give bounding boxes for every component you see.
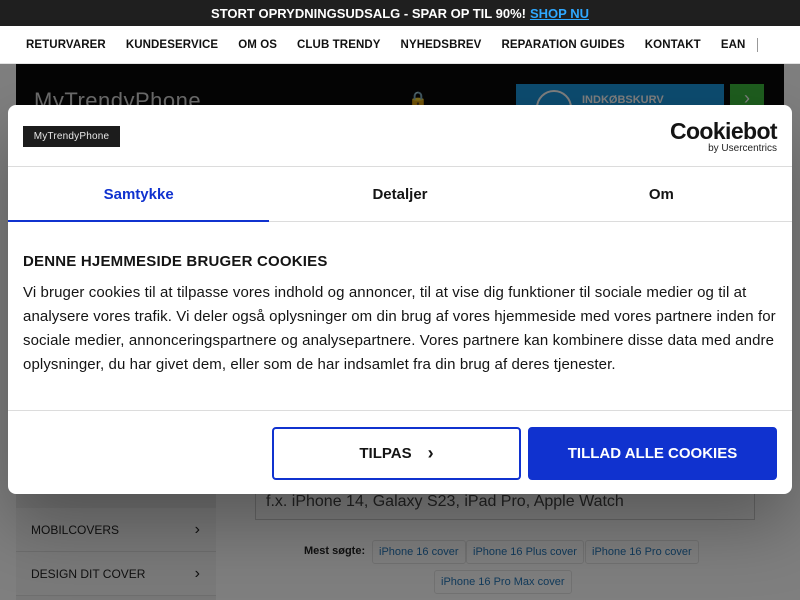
cookie-consent-dialog: MyTrendyPhone Cookiebot by Usercentrics … <box>8 105 792 494</box>
nav-item-kontakt[interactable]: KONTAKT <box>645 39 701 51</box>
brand-logo: MyTrendyPhone <box>23 126 120 147</box>
cookiebot-logo[interactable]: Cookiebot by Usercentrics <box>669 118 778 155</box>
nav-item-ean[interactable]: EAN <box>721 39 746 51</box>
tab-detaljer[interactable]: Detaljer <box>269 167 530 221</box>
consent-heading: DENNE HJEMMESIDE BRUGER COOKIES <box>23 253 328 270</box>
dialog-footer: TILPAS › TILLAD ALLE COOKIES <box>8 410 792 494</box>
allow-all-cookies-button[interactable]: TILLAD ALLE COOKIES <box>528 427 777 480</box>
customize-button[interactable]: TILPAS › <box>272 427 521 480</box>
promo-banner: STORT OPRYDNINGSUDSALG - SPAR OP TIL 90%… <box>0 0 800 26</box>
consent-tabs: Samtykke Detaljer Om <box>8 167 792 222</box>
nav-item-returvarer[interactable]: RETURVARER <box>26 39 106 51</box>
consent-body: DENNE HJEMMESIDE BRUGER COOKIES Vi bruge… <box>23 253 781 377</box>
nav-item-club-trendy[interactable]: CLUB TRENDY <box>297 39 381 51</box>
top-nav: RETURVARER KUNDESERVICE OM OS CLUB TREND… <box>0 26 800 64</box>
nav-item-kundeservice[interactable]: KUNDESERVICE <box>126 39 218 51</box>
nav-divider <box>757 37 759 52</box>
promo-text: STORT OPRYDNINGSUDSALG - SPAR OP TIL 90%… <box>211 5 526 21</box>
chevron-right-icon: › <box>427 443 434 463</box>
nav-item-reparation-guides[interactable]: REPARATION GUIDES <box>501 39 624 51</box>
tab-om[interactable]: Om <box>531 167 792 221</box>
nav-item-nyhedsbrev[interactable]: NYHEDSBREV <box>401 39 482 51</box>
shop-now-link[interactable]: SHOP NU <box>530 6 589 21</box>
nav-item-om-os[interactable]: OM OS <box>238 39 277 51</box>
dialog-header: MyTrendyPhone Cookiebot by Usercentrics <box>8 105 792 167</box>
tab-samtykke[interactable]: Samtykke <box>8 167 270 222</box>
cookiebot-byline: by Usercentrics <box>708 143 777 154</box>
consent-text: Vi bruger cookies til at tilpasse vores … <box>23 284 776 373</box>
cookiebot-wordmark: Cookiebot <box>669 118 778 144</box>
customize-label: TILPAS <box>359 445 412 462</box>
